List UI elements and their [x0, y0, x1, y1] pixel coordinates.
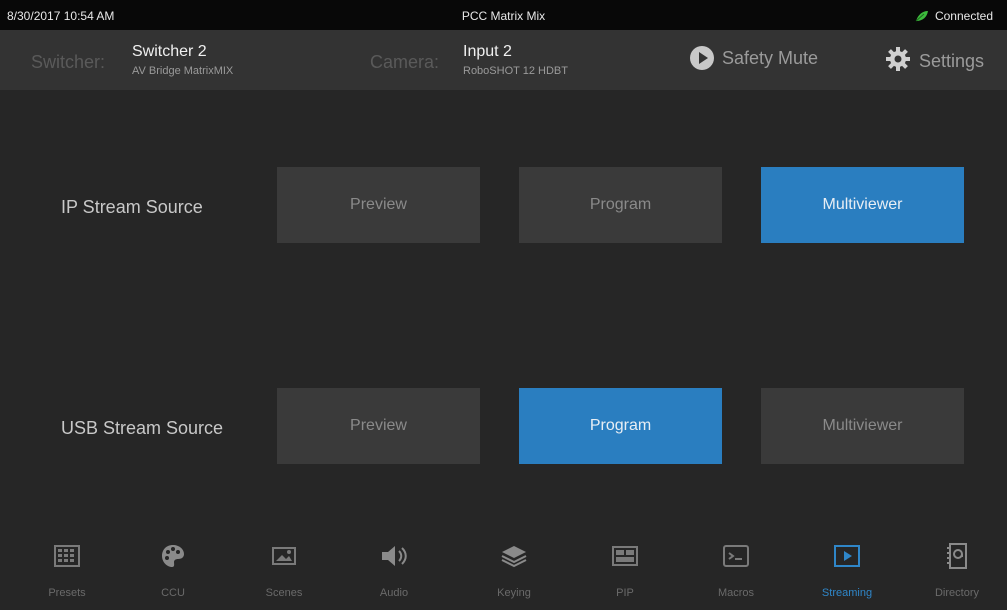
play-icon [690, 46, 714, 70]
usb-program-label: Program [589, 417, 652, 434]
palette-icon [158, 541, 188, 571]
presets-grid-icon [52, 541, 82, 571]
app-title: PCC Matrix Mix [461, 9, 546, 23]
settings-button[interactable]: Settings [885, 46, 984, 77]
nav-scenes[interactable]: Scenes [234, 532, 334, 610]
terminal-icon [721, 541, 751, 571]
connected-icon [915, 10, 929, 22]
switcher-label: Switcher: [31, 52, 106, 72]
nav-directory[interactable]: Directory [907, 532, 1007, 610]
nav-audio-label: Audio [379, 587, 409, 599]
settings-label: Settings [919, 51, 985, 71]
usb-stream-source-label: USB Stream Source [61, 418, 224, 438]
switcher-name[interactable]: Switcher 2 [132, 43, 207, 61]
camera-model[interactable]: RoboSHOT 12 HDBT [463, 65, 568, 77]
layers-icon [499, 541, 529, 571]
directory-icon [942, 541, 972, 571]
nav-pip[interactable]: PIP [575, 532, 675, 610]
header-bar: Switcher: Switcher 2 AV Bridge MatrixMIX… [0, 30, 1007, 90]
usb-preview-label: Preview [350, 417, 407, 434]
ip-multiviewer-label: Multiviewer [822, 196, 903, 213]
nav-streaming[interactable]: Streaming [797, 532, 897, 610]
nav-directory-label: Directory [934, 587, 979, 599]
ip-program-label: Program [589, 196, 652, 213]
ip-stream-source-label: IP Stream Source [61, 197, 203, 217]
scenes-icon [269, 541, 299, 571]
connection-label: Connected [934, 9, 993, 23]
usb-multiviewer-button[interactable]: Multiviewer [761, 388, 964, 464]
nav-scenes-label: Scenes [265, 587, 303, 599]
nav-ccu[interactable]: CCU [123, 532, 223, 610]
ip-preview-label: Preview [350, 196, 407, 213]
ip-program-button[interactable]: Program [519, 167, 722, 243]
nav-presets-label: Presets [48, 587, 86, 599]
nav-keying-label: Keying [497, 587, 531, 599]
nav-macros[interactable]: Macros [686, 532, 786, 610]
bottom-nav: Presets CCU Scenes Audio Keying PIP Macr… [0, 532, 1007, 610]
streaming-icon [832, 541, 862, 571]
nav-streaming-label: Streaming [821, 587, 873, 599]
usb-preview-button[interactable]: Preview [277, 388, 480, 464]
pip-icon [610, 541, 640, 571]
camera-name[interactable]: Input 2 [463, 43, 512, 61]
speaker-icon [379, 541, 409, 571]
nav-presets[interactable]: Presets [17, 532, 117, 610]
nav-macros-label: Macros [717, 587, 755, 599]
nav-pip-label: PIP [616, 587, 634, 599]
camera-label: Camera: [370, 52, 440, 72]
status-bar: 8/30/2017 10:54 AM PCC Matrix Mix Connec… [0, 0, 1007, 30]
nav-audio[interactable]: Audio [344, 532, 444, 610]
gear-icon [885, 46, 911, 77]
safety-mute-label: Safety Mute [722, 47, 819, 68]
ip-preview-button[interactable]: Preview [277, 167, 480, 243]
usb-program-button[interactable]: Program [519, 388, 722, 464]
usb-multiviewer-label: Multiviewer [822, 417, 903, 434]
safety-mute-button[interactable]: Safety Mute [690, 46, 818, 70]
ip-multiviewer-button[interactable]: Multiviewer [761, 167, 964, 243]
connection-status: Connected [915, 9, 993, 23]
switcher-model[interactable]: AV Bridge MatrixMIX [132, 65, 233, 77]
nav-keying[interactable]: Keying [464, 532, 564, 610]
nav-ccu-label: CCU [161, 587, 185, 599]
